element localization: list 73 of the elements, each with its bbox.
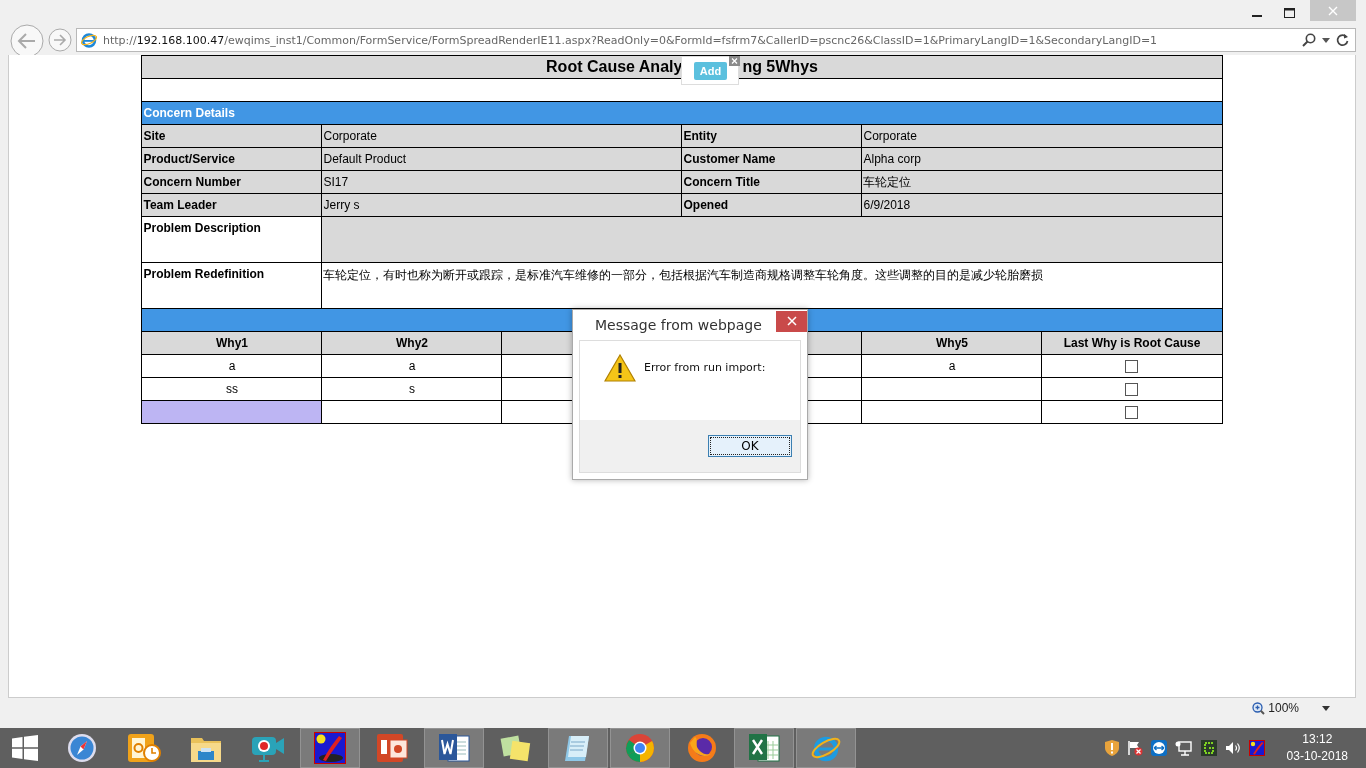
close-button[interactable] — [776, 310, 807, 332]
checkbox[interactable] — [1125, 406, 1139, 420]
address-bar[interactable]: http://192.168.100.47/ewqims_inst1/Common/FormService/FormSpreadRenderIE11.aspx?ReadOnly=0&FormId=fsfrm7&CallerID=pscnc26&ClassID=1&PrimaryLangID=1&SecondaryLangID=1 — [76, 28, 1356, 52]
dropdown-caret-icon[interactable] — [1322, 37, 1330, 43]
field-value: Corporate — [323, 129, 377, 143]
form-title: Root Cause Analy — [546, 58, 683, 76]
selected-cell[interactable] — [142, 400, 322, 424]
table-cell: a — [948, 359, 956, 373]
windows-logo-icon — [12, 734, 38, 761]
spreadsheet-x-icon — [748, 732, 780, 763]
dialog-message: Error from run import: — [644, 361, 766, 374]
column-header: Last Why is Root Cause — [1063, 336, 1201, 350]
zoom-level[interactable]: 100% — [1268, 701, 1299, 716]
warning-icon — [604, 353, 636, 382]
search-icon[interactable] — [1302, 33, 1316, 47]
field-value: 6/9/2018 — [863, 198, 911, 212]
paint-app-icon[interactable] — [1248, 739, 1265, 756]
clock-time[interactable]: 13:12 — [1302, 730, 1333, 748]
maximize-icon[interactable] — [1284, 7, 1295, 18]
text-field[interactable] — [322, 216, 1222, 263]
close-icon — [1328, 5, 1338, 16]
dropdown-caret-icon[interactable] — [1322, 705, 1330, 711]
remote-arrows-icon[interactable] — [1150, 739, 1167, 756]
table-cell: a — [228, 359, 236, 373]
form-title: ng 5Whys — [742, 58, 818, 76]
column-header: Why5 — [935, 336, 968, 350]
refresh-icon[interactable] — [1336, 33, 1349, 47]
table-cell: s — [409, 382, 415, 396]
field-label: Opened — [683, 198, 729, 212]
field-label: Product/Service — [143, 152, 235, 166]
field-value: Alpha corp — [863, 152, 921, 166]
mail-clock-icon — [127, 732, 161, 763]
paint-app-icon — [314, 731, 346, 764]
taskbar-button[interactable] — [300, 727, 360, 768]
checkbox[interactable] — [1125, 383, 1139, 397]
field-value: Jerry s — [323, 198, 360, 212]
field-value: 车轮定位，有时也称为断开或跟踪，是标准汽车维修的一部分，包括根据汽车制造商规格调整车轮角度。这些调整的目的是减少轮胎磨损 — [323, 268, 1044, 282]
ok-button[interactable]: OK — [708, 435, 792, 457]
taskbar-button[interactable] — [424, 727, 484, 768]
table-cell: ss — [226, 382, 238, 396]
clock-date[interactable]: 03-10-2018 — [1286, 747, 1348, 765]
network-icon[interactable] — [1174, 739, 1193, 756]
checkbox[interactable] — [1125, 360, 1139, 374]
field-value: 车轮定位 — [863, 174, 912, 189]
field-label: Problem Description — [143, 221, 261, 235]
field-label: Site — [143, 129, 166, 143]
close-icon — [786, 316, 797, 326]
chrome-icon — [625, 732, 655, 763]
field-value: SI17 — [323, 175, 349, 189]
field-value: Corporate — [863, 129, 917, 143]
close-icon[interactable] — [729, 56, 741, 66]
zoom-icon[interactable] — [1252, 701, 1266, 715]
field-label: Concern Title — [683, 175, 760, 189]
fox-globe-icon — [687, 732, 717, 763]
field-label: Problem Redefinition — [143, 267, 265, 281]
section-header: Concern Details — [143, 106, 235, 120]
column-header: Why2 — [395, 336, 428, 350]
table-cell: a — [408, 359, 416, 373]
field-label: Customer Name — [683, 152, 776, 166]
tray-app-icon[interactable] — [1200, 739, 1217, 756]
shield-icon[interactable] — [1104, 739, 1119, 756]
dialog-title: Message from webpage — [595, 317, 762, 333]
compass-icon — [67, 732, 97, 763]
flag-icon[interactable] — [1126, 739, 1143, 756]
browser-e-icon — [81, 32, 97, 48]
column-header: Why1 — [215, 336, 248, 350]
document-w-icon — [438, 732, 470, 763]
presentation-icon — [376, 732, 408, 763]
url-text: http://192.168.100.47/ewqims_inst1/Common/FormService/FormSpreadRenderIE11.aspx?ReadOnly=0&FormId=fsfrm7&CallerID=pscnc26&ClassID=1&PrimaryLangID=1&SecondaryLangID=1 — [103, 33, 1158, 47]
field-label: Concern Number — [143, 175, 241, 189]
field-value: Default Product — [323, 152, 407, 166]
field-label: Entity — [683, 129, 717, 143]
field-label: Team Leader — [143, 198, 217, 212]
